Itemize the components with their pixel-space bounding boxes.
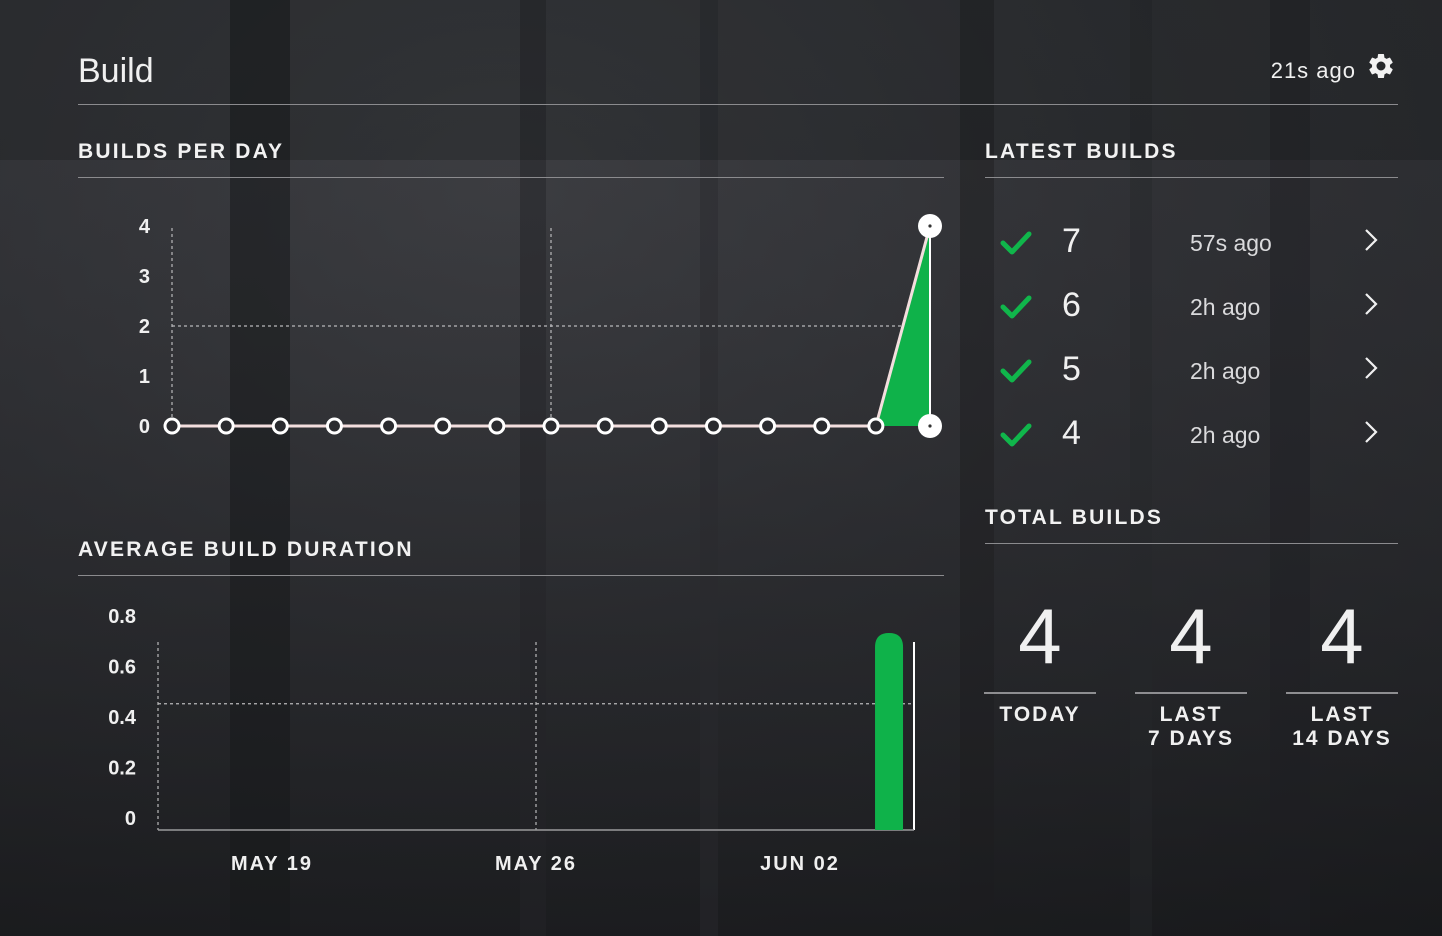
data-point — [813, 417, 831, 435]
duration-bar — [875, 633, 904, 830]
chevron-right-icon — [1365, 357, 1378, 379]
builds-per-day-divider — [78, 177, 944, 178]
last-updated: 21s ago — [1270, 58, 1356, 83]
highlight-point-dot — [928, 424, 932, 428]
data-point — [434, 417, 452, 435]
y-tick-label: 0.2 — [108, 758, 136, 780]
total-underline — [984, 692, 1096, 694]
total-underline — [1286, 692, 1398, 694]
data-point — [650, 417, 668, 435]
build-number: 5 — [1062, 350, 1081, 388]
data-point — [380, 417, 398, 435]
check-icon — [1000, 295, 1032, 319]
page-title: Build — [78, 52, 154, 90]
y-tick-label: 3 — [139, 266, 150, 288]
check-icon — [1000, 359, 1032, 383]
y-tick-label: 0 — [125, 808, 136, 830]
total-label-line1: LAST — [1310, 703, 1374, 726]
y-tick-label: 0.4 — [108, 707, 137, 729]
total-value: 4 — [1169, 592, 1213, 680]
y-tick-label: 0.6 — [108, 657, 136, 679]
total-last-7-days: 4 LAST 7 DAYS — [1135, 590, 1247, 751]
chevron-right-icon — [1365, 421, 1378, 443]
total-underline — [1135, 692, 1247, 694]
x-tick-label: MAY 19 — [231, 853, 313, 875]
data-point — [542, 417, 560, 435]
check-icon — [1000, 423, 1032, 447]
check-icon — [1000, 231, 1032, 255]
data-point — [759, 417, 777, 435]
y-tick-label: 0 — [139, 416, 150, 438]
chevron-right-icon — [1365, 229, 1378, 251]
x-tick-label: MAY 26 — [495, 853, 577, 875]
data-point — [704, 417, 722, 435]
gear-icon[interactable] — [1366, 51, 1396, 81]
build-row-5[interactable]: 5 2h ago — [986, 344, 1398, 400]
build-time: 2h ago — [1190, 358, 1261, 384]
y-tick-label: 2 — [139, 316, 150, 338]
data-point — [325, 417, 343, 435]
build-time: 57s ago — [1190, 230, 1272, 256]
data-point — [596, 417, 614, 435]
total-value: 4 — [1320, 592, 1364, 680]
x-tick-label: JUN 02 — [760, 853, 840, 875]
total-builds-title: TOTAL BUILDS — [985, 506, 1164, 529]
build-time: 2h ago — [1190, 422, 1261, 448]
builds-per-day-chart: 0 1 2 3 4 — [139, 214, 942, 438]
total-value: 4 — [1018, 592, 1062, 680]
latest-builds-title: LATEST BUILDS — [985, 140, 1178, 163]
total-last-14-days: 4 LAST 14 DAYS — [1286, 590, 1398, 751]
data-point — [163, 417, 181, 435]
data-point — [271, 417, 289, 435]
y-tick-label: 4 — [139, 216, 151, 238]
average-duration-title: AVERAGE BUILD DURATION — [78, 538, 414, 561]
header-divider — [78, 104, 1398, 105]
total-label-line1: TODAY — [999, 703, 1081, 726]
total-label-line2: 7 DAYS — [1148, 727, 1234, 750]
build-row-7[interactable]: 7 57s ago — [986, 216, 1398, 272]
builds-per-day-title: BUILDS PER DAY — [78, 140, 285, 163]
build-time: 2h ago — [1190, 294, 1261, 320]
latest-builds-divider — [985, 177, 1398, 178]
data-point — [488, 417, 506, 435]
total-label-line2: 14 DAYS — [1292, 727, 1392, 750]
chevron-right-icon — [1365, 293, 1378, 315]
build-number: 6 — [1062, 286, 1081, 324]
build-row-4[interactable]: 4 2h ago — [986, 408, 1398, 464]
build-number: 7 — [1062, 222, 1081, 260]
build-number: 4 — [1062, 414, 1081, 452]
average-duration-chart: 0 0.2 0.4 0.6 0.8 MAY 19 MAY 26 JUN 02 — [108, 606, 915, 875]
build-row-6[interactable]: 6 2h ago — [986, 280, 1398, 336]
total-builds-divider — [985, 543, 1398, 544]
y-tick-label: 1 — [139, 366, 150, 388]
data-point — [867, 417, 885, 435]
data-point — [217, 417, 235, 435]
total-today: 4 TODAY — [984, 590, 1096, 727]
y-tick-label: 0.8 — [108, 606, 136, 628]
total-label-line1: LAST — [1159, 703, 1223, 726]
average-duration-divider — [78, 575, 944, 576]
highlight-point-dot — [928, 224, 932, 228]
